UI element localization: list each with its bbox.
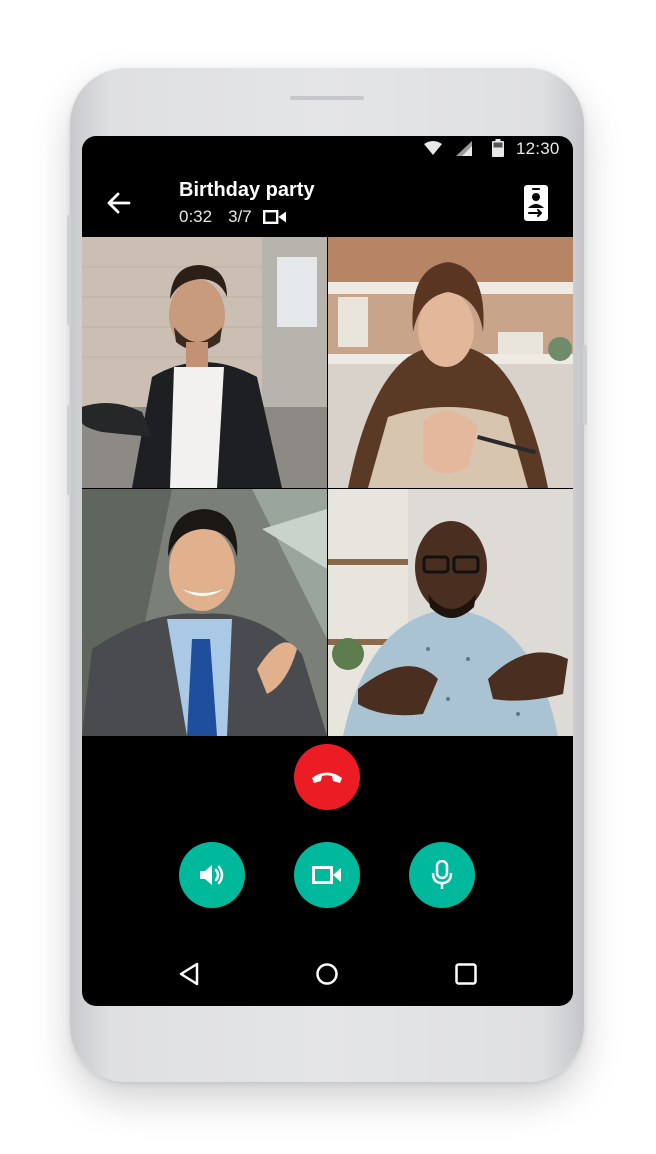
call-meta: 0:32 3/7 bbox=[179, 206, 287, 228]
phone-speaker-grille bbox=[290, 96, 364, 100]
phone-side-button bbox=[67, 215, 71, 325]
call-title: Birthday party bbox=[179, 179, 315, 201]
camera-toggle-button[interactable] bbox=[294, 842, 360, 908]
call-header: Birthday party 0:32 3/7 bbox=[82, 172, 573, 236]
video-camera-icon bbox=[312, 866, 341, 884]
wifi-icon bbox=[424, 141, 442, 155]
participant-video-image bbox=[82, 489, 327, 736]
call-duration: 0:32 bbox=[179, 207, 213, 226]
circle-home-icon[interactable] bbox=[313, 960, 341, 988]
participant-count: 3/7 bbox=[228, 207, 252, 226]
participant-video-image bbox=[82, 237, 327, 488]
phone-hangup-icon bbox=[312, 772, 342, 783]
phone-power-button bbox=[583, 345, 587, 425]
participant-video-tile[interactable] bbox=[82, 237, 327, 488]
microphone-toggle-button[interactable] bbox=[409, 842, 475, 908]
cellular-signal-icon bbox=[456, 141, 472, 156]
participant-video-tile[interactable] bbox=[82, 489, 327, 736]
arrow-left-icon[interactable] bbox=[102, 186, 136, 220]
phone-side-button bbox=[67, 405, 71, 495]
speaker-icon bbox=[200, 865, 224, 885]
system-navigation-bar bbox=[82, 944, 573, 1004]
switch-camera-icon[interactable] bbox=[520, 184, 552, 222]
video-camera-icon bbox=[262, 210, 286, 224]
speaker-button[interactable] bbox=[179, 842, 245, 908]
participant-video-tile[interactable] bbox=[328, 237, 573, 488]
microphone-icon bbox=[431, 860, 453, 889]
phone-screen: 12:30 Birthday party 0:32 3/7 bbox=[82, 136, 573, 1006]
square-recents-icon[interactable] bbox=[452, 960, 480, 988]
participant-video-image bbox=[328, 237, 573, 488]
battery-icon bbox=[492, 139, 504, 157]
triangle-back-icon[interactable] bbox=[176, 960, 204, 988]
participant-video-tile[interactable] bbox=[328, 489, 573, 736]
end-call-button[interactable] bbox=[294, 744, 360, 810]
participant-video-image bbox=[328, 489, 573, 736]
video-grid bbox=[82, 237, 573, 736]
status-bar: 12:30 bbox=[82, 136, 573, 162]
status-time: 12:30 bbox=[516, 139, 560, 158]
